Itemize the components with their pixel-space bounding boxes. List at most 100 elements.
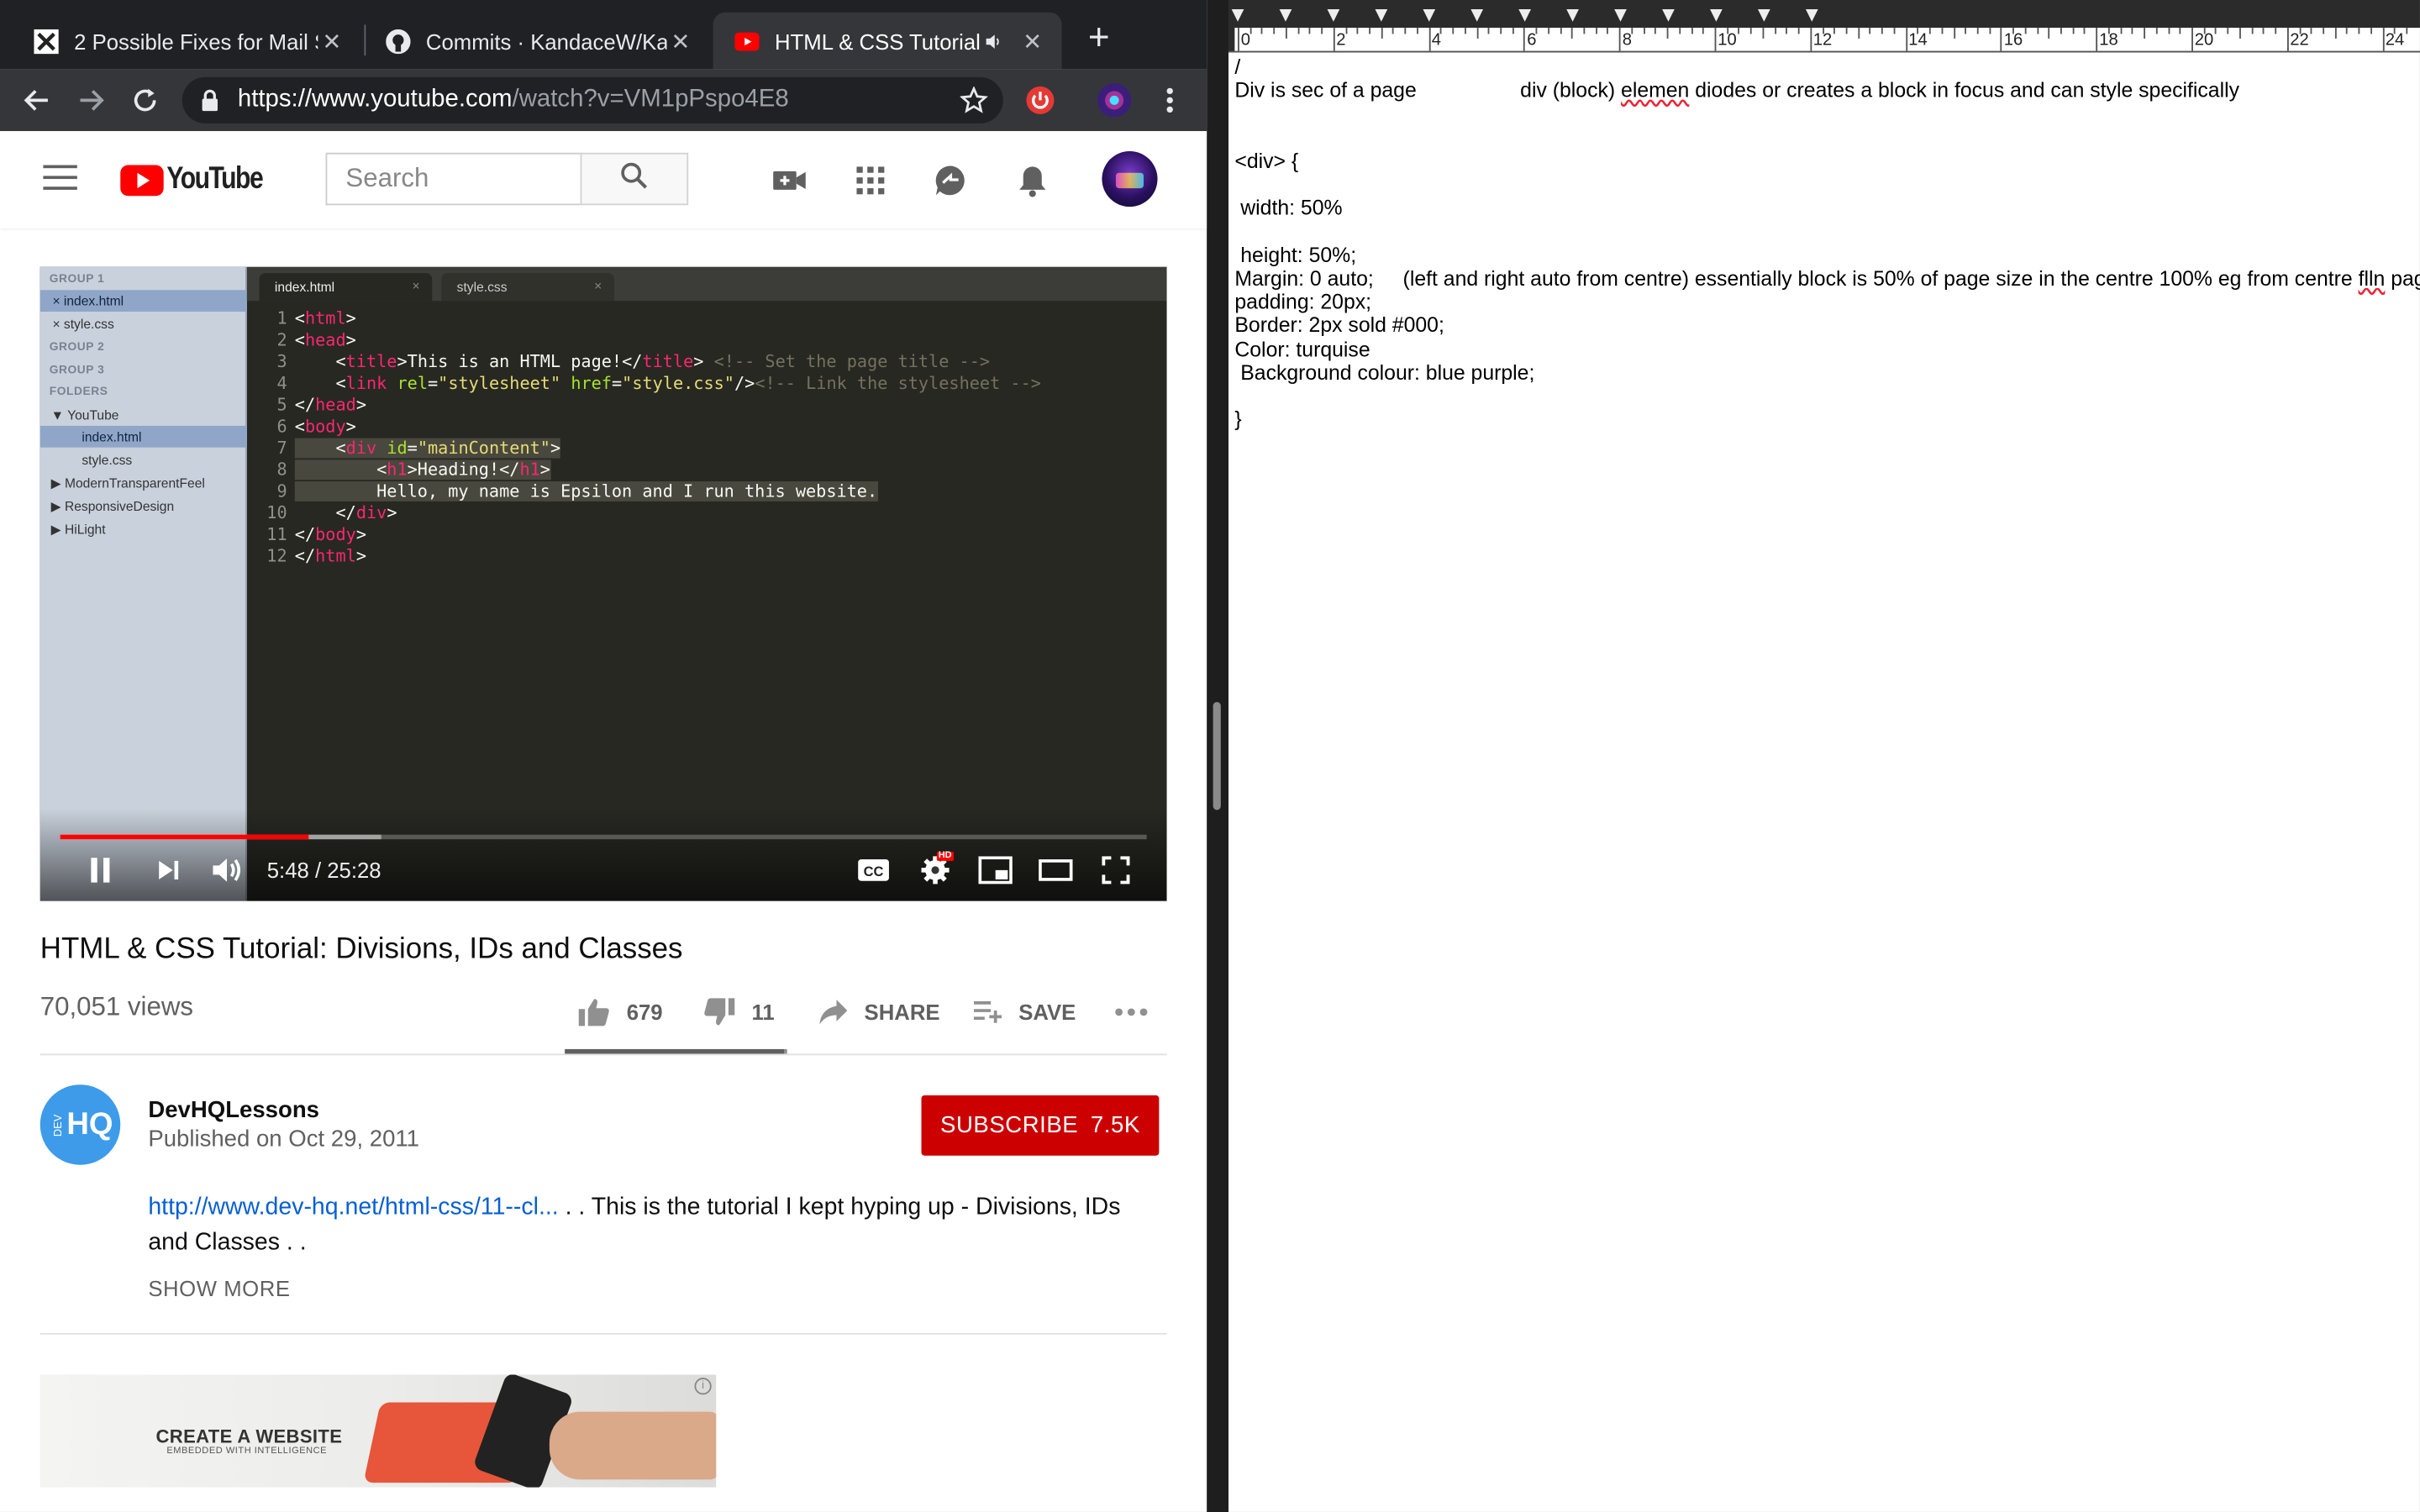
profile-avatar-icon[interactable] bbox=[1096, 81, 1133, 118]
tab-stop-marker[interactable] bbox=[1614, 9, 1627, 22]
code-line: 4 <link rel="stylesheet" href="style.css… bbox=[276, 373, 1041, 394]
settings-gear-icon[interactable]: HD bbox=[913, 851, 956, 889]
ruler-minor-tick bbox=[2394, 28, 2396, 34]
ruler-minor-tick bbox=[1857, 28, 1860, 39]
pause-icon[interactable] bbox=[79, 852, 122, 889]
ruler-minor-tick bbox=[1440, 28, 1443, 34]
ad-banner[interactable]: CREATE A WEBSITE EMBEDDED WITH INTELLIGE… bbox=[39, 1374, 717, 1488]
back-arrow-icon[interactable] bbox=[18, 81, 55, 118]
url-host: https://www.youtube.com bbox=[237, 86, 513, 113]
more-vert-icon[interactable] bbox=[1151, 81, 1188, 118]
menu-icon[interactable] bbox=[43, 165, 77, 193]
tab-stop-marker[interactable] bbox=[1375, 9, 1388, 22]
tab-youtube-video[interactable]: HTML & CSS Tutorial ✕ bbox=[713, 12, 1062, 70]
like-button[interactable]: 679 bbox=[577, 992, 663, 1032]
search-button[interactable] bbox=[580, 152, 689, 206]
ruler-minor-tick bbox=[1249, 28, 1252, 34]
tab-stop-marker[interactable] bbox=[1710, 9, 1723, 22]
thumbs-up-icon bbox=[578, 999, 609, 1026]
tab-github-commits[interactable]: Commits · KandaceW/Kar ✕ bbox=[364, 13, 709, 70]
address-bar[interactable]: https://www.youtube.com/watch?v=VM1pPspo… bbox=[182, 76, 1003, 123]
forward-arrow-icon[interactable] bbox=[72, 81, 109, 118]
tab-stop-marker[interactable] bbox=[1231, 9, 1244, 22]
youtube-masthead: YouTube Search bbox=[0, 131, 1207, 228]
ruler-minor-tick bbox=[2334, 28, 2337, 39]
show-more-button[interactable]: SHOW MORE bbox=[148, 1276, 290, 1300]
bookmark-star-icon[interactable] bbox=[959, 86, 989, 122]
text-editor-window: 0 2 4 6 8 10 12 14 16 18 20 22 24 / Div is sec of a … bbox=[1228, 0, 2420, 1512]
power-extension-icon[interactable] bbox=[1022, 81, 1059, 118]
ad-info-icon[interactable]: i bbox=[694, 1378, 712, 1395]
close-icon[interactable]: ✕ bbox=[318, 27, 345, 55]
apps-grid-icon[interactable] bbox=[852, 162, 889, 199]
ruler-minor-tick bbox=[1297, 28, 1299, 34]
ruler[interactable]: 0 2 4 6 8 10 12 14 16 18 20 22 24 bbox=[1228, 0, 2420, 53]
browser-toolbar: https://www.youtube.com/watch?v=VM1pPspo… bbox=[0, 69, 1207, 132]
tab-stop-marker[interactable] bbox=[1518, 9, 1532, 22]
share-button[interactable]: SHARE bbox=[818, 992, 940, 1032]
sidebar-group: GROUP 3 bbox=[49, 362, 105, 377]
ruler-minor-tick bbox=[2346, 28, 2349, 34]
sidebar-file: style.css bbox=[82, 452, 133, 468]
ruler-minor-tick bbox=[2060, 28, 2062, 34]
fullscreen-icon[interactable] bbox=[1094, 852, 1137, 889]
messages-icon[interactable] bbox=[932, 162, 969, 199]
ruler-minor-tick bbox=[2024, 28, 2027, 34]
tab-stop-marker[interactable] bbox=[1470, 9, 1484, 22]
tab-stop-marker[interactable] bbox=[1662, 9, 1675, 22]
create-video-icon[interactable] bbox=[771, 162, 808, 199]
youtube-logo[interactable]: YouTube bbox=[120, 162, 283, 197]
reload-icon[interactable] bbox=[127, 81, 164, 118]
channel-name[interactable]: DevHQLessons bbox=[148, 1097, 319, 1123]
save-button[interactable]: SAVE bbox=[972, 992, 1076, 1032]
channel-avatar[interactable]: DEV HQ bbox=[39, 1084, 121, 1165]
tab-stop-marker[interactable] bbox=[1805, 9, 1818, 22]
tab-stop-marker[interactable] bbox=[1327, 9, 1340, 22]
tab-mail-fixes[interactable]: 2 Possible Fixes for Mail S ✕ bbox=[13, 13, 361, 70]
tab-title: Commits · KandaceW/Kar bbox=[425, 28, 667, 54]
next-icon[interactable] bbox=[146, 852, 189, 889]
new-tab-button[interactable]: + bbox=[1081, 19, 1118, 59]
search-input[interactable]: Search bbox=[325, 152, 581, 206]
video-player[interactable]: GROUP 1 × index.html × style.css GROUP 2… bbox=[39, 266, 1167, 901]
ruler-minor-tick bbox=[2251, 28, 2253, 34]
tab-stop-marker[interactable] bbox=[1758, 9, 1770, 22]
search-icon bbox=[620, 161, 648, 197]
ruler-minor-tick bbox=[2263, 28, 2265, 34]
volume-icon[interactable] bbox=[205, 852, 248, 889]
share-arrow-icon bbox=[819, 1000, 848, 1025]
description-link[interactable]: http://www.dev-hq.net/html-css/11--cl... bbox=[148, 1194, 558, 1221]
sidebar-group: GROUP 2 bbox=[49, 339, 105, 354]
captions-icon[interactable]: CC bbox=[852, 852, 895, 889]
speaker-icon[interactable] bbox=[985, 32, 1003, 50]
close-icon[interactable]: ✕ bbox=[1018, 27, 1046, 55]
ruler-minor-tick bbox=[2323, 28, 2325, 34]
ruler-minor-tick bbox=[1941, 28, 1943, 34]
ruler-scale: 0 2 4 6 8 10 12 14 16 18 20 22 24 bbox=[1234, 28, 2420, 51]
ruler-major-tick bbox=[2382, 28, 2384, 51]
account-avatar[interactable] bbox=[1102, 150, 1158, 207]
ruler-major-tick bbox=[1523, 28, 1526, 51]
theater-mode-icon[interactable] bbox=[1034, 852, 1077, 889]
divider-handle[interactable] bbox=[1213, 701, 1221, 811]
close-icon[interactable]: ✕ bbox=[666, 27, 694, 55]
ruler-minor-tick bbox=[1607, 28, 1609, 34]
tab-stop-marker[interactable] bbox=[1423, 9, 1436, 22]
dislike-button[interactable]: 11 bbox=[702, 992, 775, 1032]
more-actions-icon[interactable] bbox=[1114, 992, 1164, 1032]
tab-stop-marker[interactable] bbox=[1566, 9, 1579, 22]
ruler-minor-tick bbox=[1595, 28, 1597, 34]
ruler-minor-tick bbox=[2227, 28, 2229, 34]
tab-stop-marker[interactable] bbox=[1279, 9, 1292, 22]
notifications-bell-icon[interactable] bbox=[1014, 162, 1051, 199]
note-line: Background colour: blue purple; bbox=[1234, 360, 1535, 385]
progress-bar[interactable] bbox=[60, 834, 1147, 840]
ruler-minor-tick bbox=[2238, 28, 2241, 39]
code-line: 6 <body> bbox=[276, 416, 356, 437]
sidebar-file: index.html bbox=[39, 425, 247, 448]
sidebar-folder: ▼ YouTube bbox=[50, 407, 119, 423]
split-view-divider[interactable] bbox=[1207, 0, 1229, 1512]
subscribe-button[interactable]: SUBSCRIBE 7.5K bbox=[921, 1095, 1160, 1156]
ruler-major-tick bbox=[1714, 28, 1717, 51]
miniplayer-icon[interactable] bbox=[974, 852, 1017, 889]
